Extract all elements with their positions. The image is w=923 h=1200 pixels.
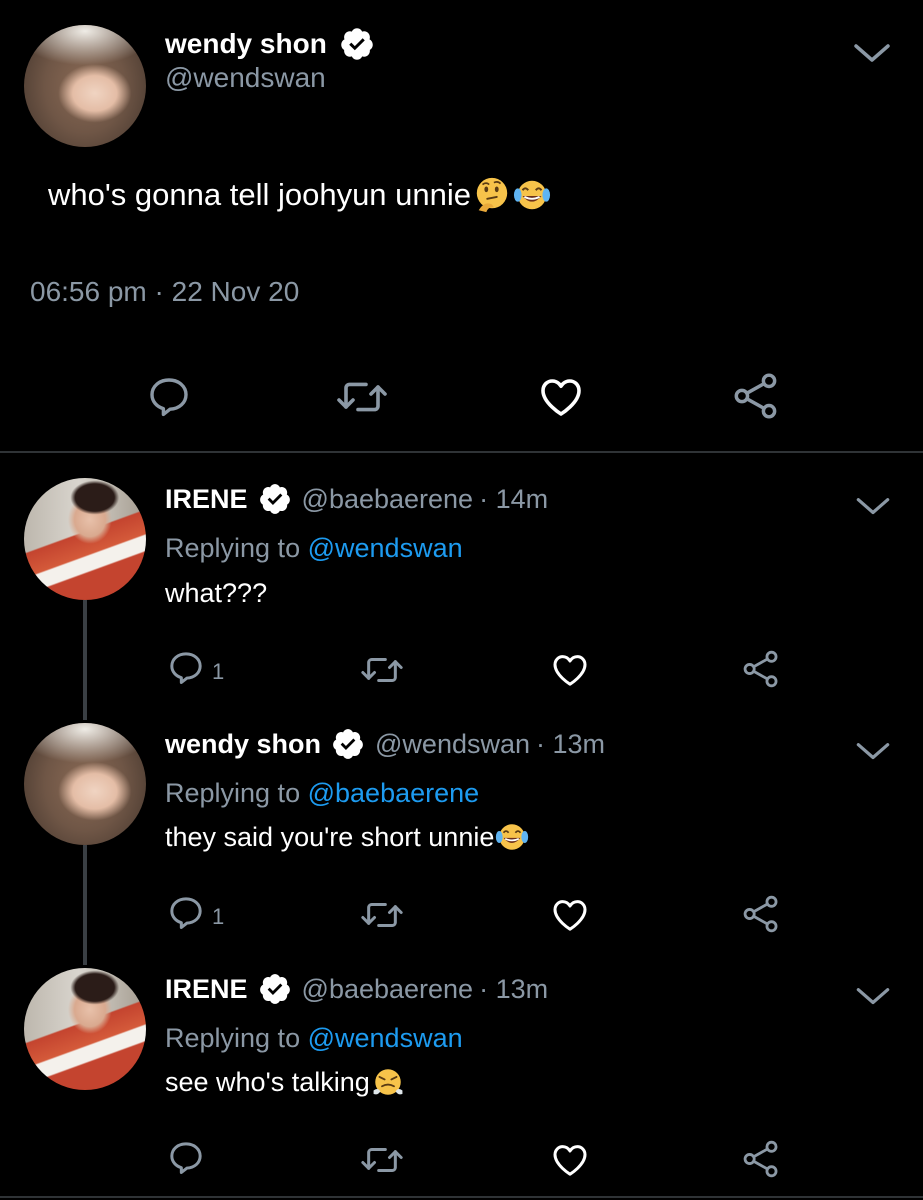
like-icon[interactable]	[536, 373, 586, 421]
face-with-steam-icon	[373, 1069, 403, 1095]
reply-icon[interactable]	[166, 893, 206, 933]
reply-text: see who's talking	[165, 1066, 370, 1097]
replying-to: Replying to @wendswan	[165, 1023, 463, 1054]
chevron-down-icon[interactable]	[854, 986, 892, 1008]
chevron-down-icon[interactable]	[854, 741, 892, 763]
avatar[interactable]	[24, 25, 146, 147]
replying-to-label: Replying to	[165, 778, 301, 808]
author-name[interactable]: wendy shon	[165, 729, 321, 760]
face-with-tears-of-joy-icon	[496, 824, 529, 850]
reply-time: · 13m	[536, 728, 606, 759]
author-handle[interactable]: @wendswan	[375, 729, 530, 760]
like-icon[interactable]	[549, 650, 591, 690]
reply-action[interactable]: 1	[166, 893, 224, 933]
author-row: IRENE @baebaerene · 14m	[165, 481, 548, 517]
replying-to: Replying to @baebaerene	[165, 778, 479, 809]
replying-to-handle[interactable]: @wendswan	[308, 1023, 463, 1053]
reply-icon[interactable]	[166, 1138, 206, 1178]
author-row: IRENE @baebaerene · 13m	[165, 971, 548, 1007]
share-icon[interactable]	[740, 893, 782, 935]
reply-text: they said you're short unnie	[165, 821, 495, 852]
reply-count: 1	[212, 659, 225, 684]
reply-time: · 13m	[479, 973, 549, 1004]
verified-badge-icon	[259, 484, 290, 514]
reply-text: what???	[165, 578, 268, 608]
divider	[0, 1196, 923, 1198]
like-icon[interactable]	[549, 895, 591, 935]
author-handle[interactable]: @wendswan	[165, 62, 326, 94]
divider	[0, 451, 923, 453]
avatar[interactable]	[24, 968, 146, 1090]
tweet-text-row: who's gonna tell joohyun unnie	[48, 176, 551, 214]
retweet-icon[interactable]	[357, 650, 407, 690]
reply-text-row: see who's talking	[165, 1065, 405, 1099]
retweet-icon[interactable]	[332, 373, 392, 421]
replying-to-label: Replying to	[165, 1023, 301, 1053]
author-row: wendy shon	[165, 27, 375, 61]
reply-action[interactable]: 1	[166, 648, 224, 688]
reply-icon[interactable]	[166, 648, 206, 688]
thread-line	[83, 600, 87, 720]
replying-to-handle[interactable]: @wendswan	[308, 533, 463, 563]
tweet-text: who's gonna tell joohyun unnie	[48, 177, 472, 212]
avatar[interactable]	[24, 478, 146, 600]
chevron-down-icon[interactable]	[854, 496, 892, 518]
share-icon[interactable]	[740, 1138, 782, 1180]
avatar[interactable]	[24, 723, 146, 845]
retweet-icon[interactable]	[357, 1140, 407, 1180]
author-handle[interactable]: @baebaerene	[302, 484, 474, 515]
reply-text-row: they said you're short unnie	[165, 820, 529, 854]
thread-line	[83, 845, 87, 965]
replying-to-handle[interactable]: @baebaerene	[308, 778, 480, 808]
reply-time: · 14m	[479, 483, 549, 514]
chevron-down-icon[interactable]	[852, 42, 892, 66]
author-name[interactable]: wendy shon	[165, 28, 327, 60]
retweet-icon[interactable]	[357, 895, 407, 935]
verified-badge-icon	[333, 729, 363, 759]
face-with-tears-of-joy-icon	[513, 180, 551, 210]
reply-action[interactable]	[166, 1138, 212, 1178]
author-name[interactable]: IRENE	[165, 484, 248, 515]
author-handle[interactable]: @baebaerene	[302, 974, 474, 1005]
reply-count: 1	[212, 904, 225, 929]
share-icon[interactable]	[740, 648, 782, 690]
like-icon[interactable]	[549, 1140, 591, 1180]
author-row: wendy shon @wendswan · 13m	[165, 726, 605, 762]
reply-icon[interactable]	[145, 373, 193, 421]
replying-to-label: Replying to	[165, 533, 301, 563]
replying-to: Replying to @wendswan	[165, 533, 463, 564]
verified-badge-icon	[341, 28, 373, 60]
thinking-face-icon	[476, 177, 508, 213]
share-icon[interactable]	[730, 370, 782, 422]
tweet-timestamp: 06:56 pm · 22 Nov 20	[30, 276, 300, 307]
author-name[interactable]: IRENE	[165, 974, 248, 1005]
verified-badge-icon	[259, 974, 290, 1004]
